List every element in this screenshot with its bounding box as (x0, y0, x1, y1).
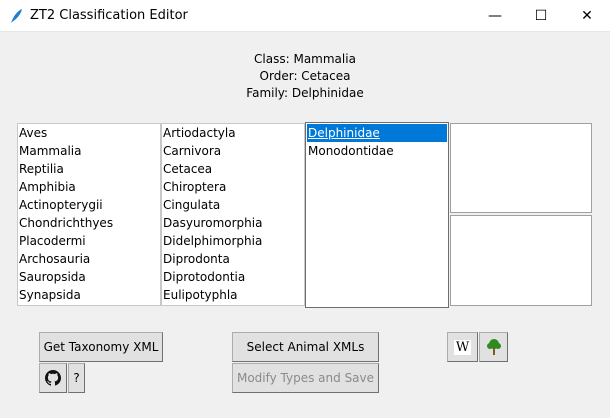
genus-listbox[interactable] (450, 123, 592, 213)
class-listbox[interactable]: Aves Mammalia Reptilia Amphibia Actinopteryg… (17, 123, 161, 306)
class-list-item[interactable]: Aves (18, 124, 160, 142)
close-button[interactable]: ✕ (564, 0, 610, 32)
order-list-item[interactable]: Diprotodontia (162, 268, 304, 286)
tree-icon (486, 339, 501, 355)
species-listbox[interactable] (450, 215, 592, 306)
get-taxonomy-xml-button[interactable]: Get Taxonomy XML (39, 332, 163, 362)
tree-button[interactable] (479, 332, 508, 362)
class-list-item[interactable]: Amphibia (18, 178, 160, 196)
help-button[interactable]: ? (68, 363, 85, 393)
order-list-item[interactable]: Carnivora (162, 142, 304, 160)
order-list-item[interactable]: Diprodonta (162, 250, 304, 268)
order-list-item[interactable]: Didelphimorphia (162, 232, 304, 250)
window-title: ZT2 Classification Editor (30, 8, 188, 23)
family-listbox[interactable]: Delphinidae Monodontidae (305, 122, 449, 308)
github-button[interactable] (39, 363, 67, 393)
class-list-item[interactable]: Actinopterygii (18, 196, 160, 214)
order-listbox[interactable]: Artiodactyla Carnivora Cetacea Chiroptera Ci… (161, 123, 305, 306)
wikipedia-button[interactable]: W (447, 332, 478, 362)
select-animal-xmls-button[interactable]: Select Animal XMLs (232, 332, 379, 362)
class-label: Class: Mammalia (254, 52, 356, 66)
maximize-button[interactable]: ☐ (518, 0, 564, 32)
family-label: Family: Delphinidae (246, 86, 364, 100)
order-list-item[interactable]: Cetacea (162, 160, 304, 178)
class-list-item[interactable]: Reptilia (18, 160, 160, 178)
order-list-item[interactable]: Dasyuromorphia (162, 214, 304, 232)
modify-types-and-save-button[interactable]: Modify Types and Save (232, 363, 379, 393)
minimize-button[interactable]: — (472, 0, 518, 32)
class-list-item[interactable]: Mammalia (18, 142, 160, 160)
class-list-item[interactable]: Synapsida (18, 286, 160, 304)
family-list-item[interactable]: Monodontidae (307, 142, 447, 160)
class-list-item[interactable]: Sauropsida (18, 268, 160, 286)
feather-icon (11, 9, 22, 23)
title-bar: ZT2 Classification Editor — ☐ ✕ (0, 0, 610, 32)
order-list-item[interactable]: Artiodactyla (162, 124, 304, 142)
class-list-item[interactable]: Placodermi (18, 232, 160, 250)
order-list-item[interactable]: Eulipotyphla (162, 286, 304, 304)
class-list-item[interactable]: Chondrichthyes (18, 214, 160, 232)
github-icon (45, 370, 61, 386)
order-list-item[interactable]: Chiroptera (162, 178, 304, 196)
wikipedia-icon: W (453, 339, 472, 355)
family-list-item[interactable]: Delphinidae (307, 124, 447, 142)
order-list-item[interactable]: Cingulata (162, 196, 304, 214)
order-label: Order: Cetacea (259, 69, 351, 83)
class-list-item[interactable]: Archosauria (18, 250, 160, 268)
